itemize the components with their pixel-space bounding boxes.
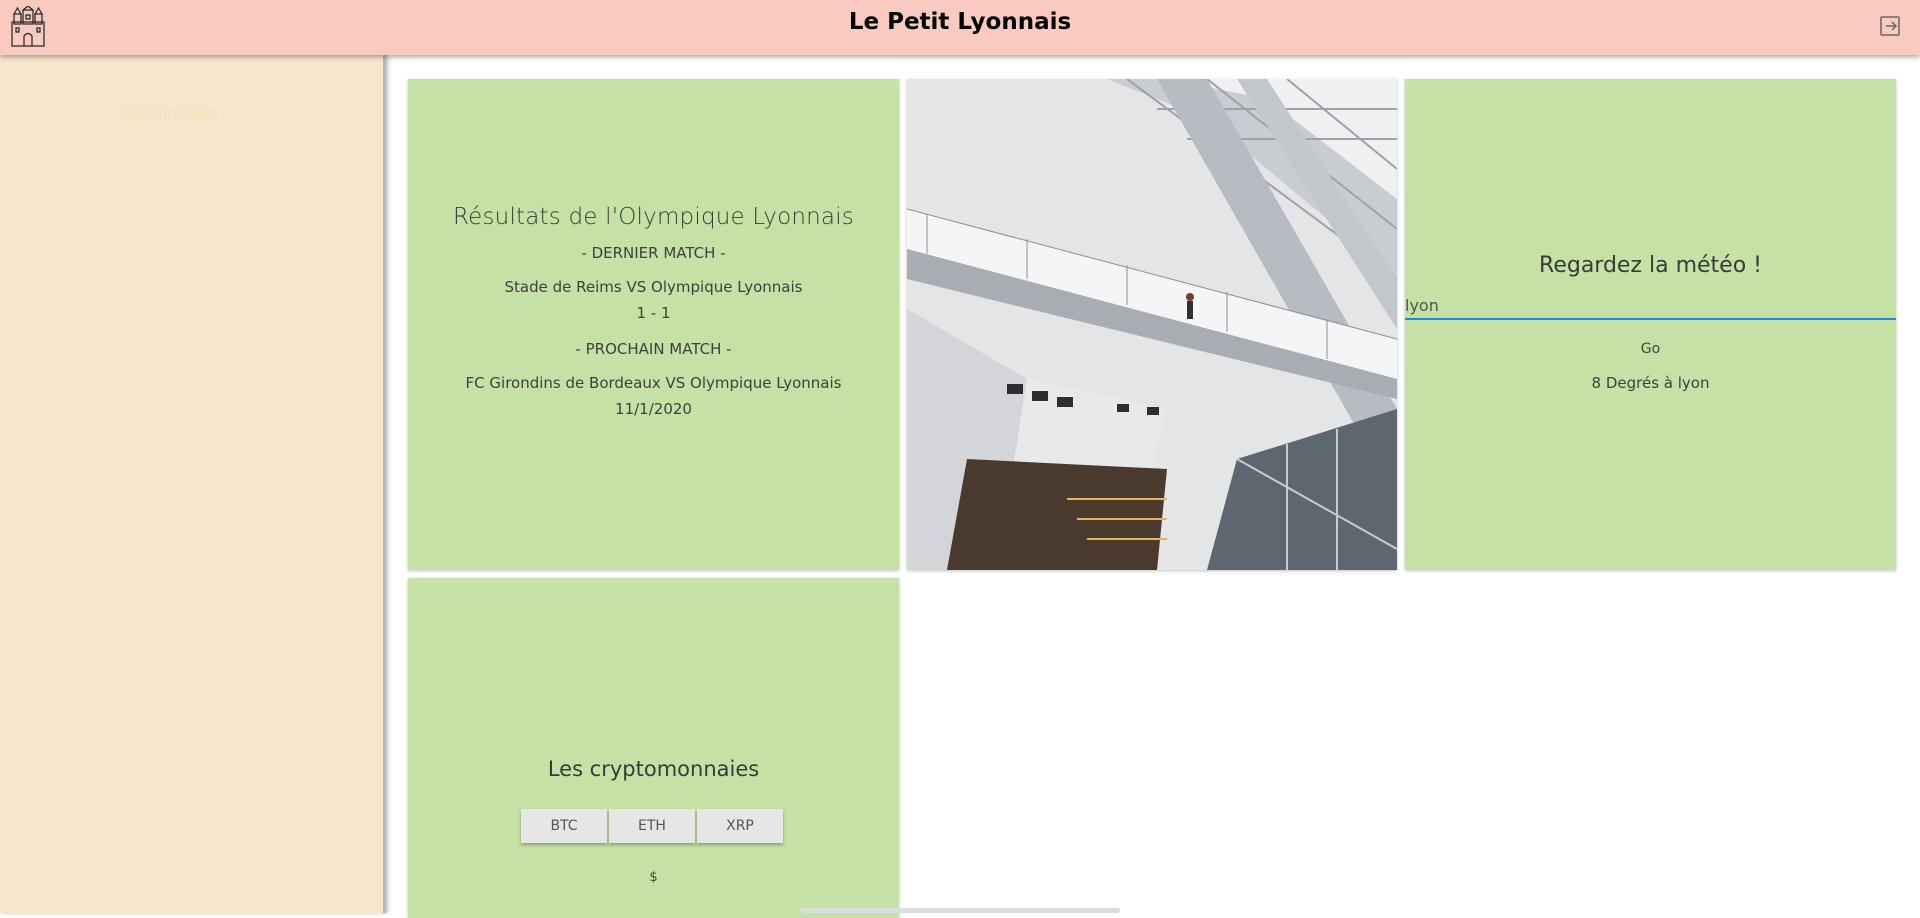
crypto-card: Les cryptomonnaies BTC ETH XRP $ xyxy=(408,578,899,918)
last-match-label: - DERNIER MATCH - xyxy=(581,244,726,262)
app-title: Le Petit Lyonnais xyxy=(848,9,1072,35)
last-match-score: 1 - 1 xyxy=(636,304,671,322)
sidebar: Déconnexion xyxy=(0,55,386,913)
btc-button[interactable]: BTC xyxy=(521,809,607,843)
eth-button[interactable]: ETH xyxy=(609,809,695,843)
crypto-title: Les cryptomonnaies xyxy=(547,757,760,781)
horizontal-scrollbar[interactable] xyxy=(800,908,1120,913)
xrp-button[interactable]: XRP xyxy=(697,809,783,843)
next-match-teams: FC Girondins de Bordeaux VS Olympique Ly… xyxy=(465,374,842,392)
museum-interior-photo xyxy=(907,79,1397,570)
weather-title: Regardez la météo ! xyxy=(1539,253,1762,278)
sidebar-link[interactable]: Déconnexion xyxy=(120,104,218,122)
museum-photo xyxy=(907,79,1397,570)
go-button[interactable]: Go xyxy=(1405,341,1896,357)
city-input[interactable] xyxy=(1405,292,1896,320)
next-match-label: - PROCHAIN MATCH - xyxy=(575,340,732,358)
ol-card-title: Résultats de l'Olympique Lyonnais xyxy=(453,204,854,230)
ol-results-card: Résultats de l'Olympique Lyonnais - DERN… xyxy=(408,79,899,570)
logout-icon[interactable] xyxy=(1879,15,1901,37)
weather-result: 8 Degrés à lyon xyxy=(1591,374,1710,392)
app-header: Le Petit Lyonnais xyxy=(0,0,1920,55)
last-match-teams: Stade de Reims VS Olympique Lyonnais xyxy=(504,278,803,296)
crypto-value: $ xyxy=(649,870,658,885)
crypto-button-group: BTC ETH XRP xyxy=(521,809,783,843)
weather-card: Regardez la météo ! Go 8 Degrés à lyon xyxy=(1405,79,1896,570)
next-match-date: 11/1/2020 xyxy=(615,400,692,418)
